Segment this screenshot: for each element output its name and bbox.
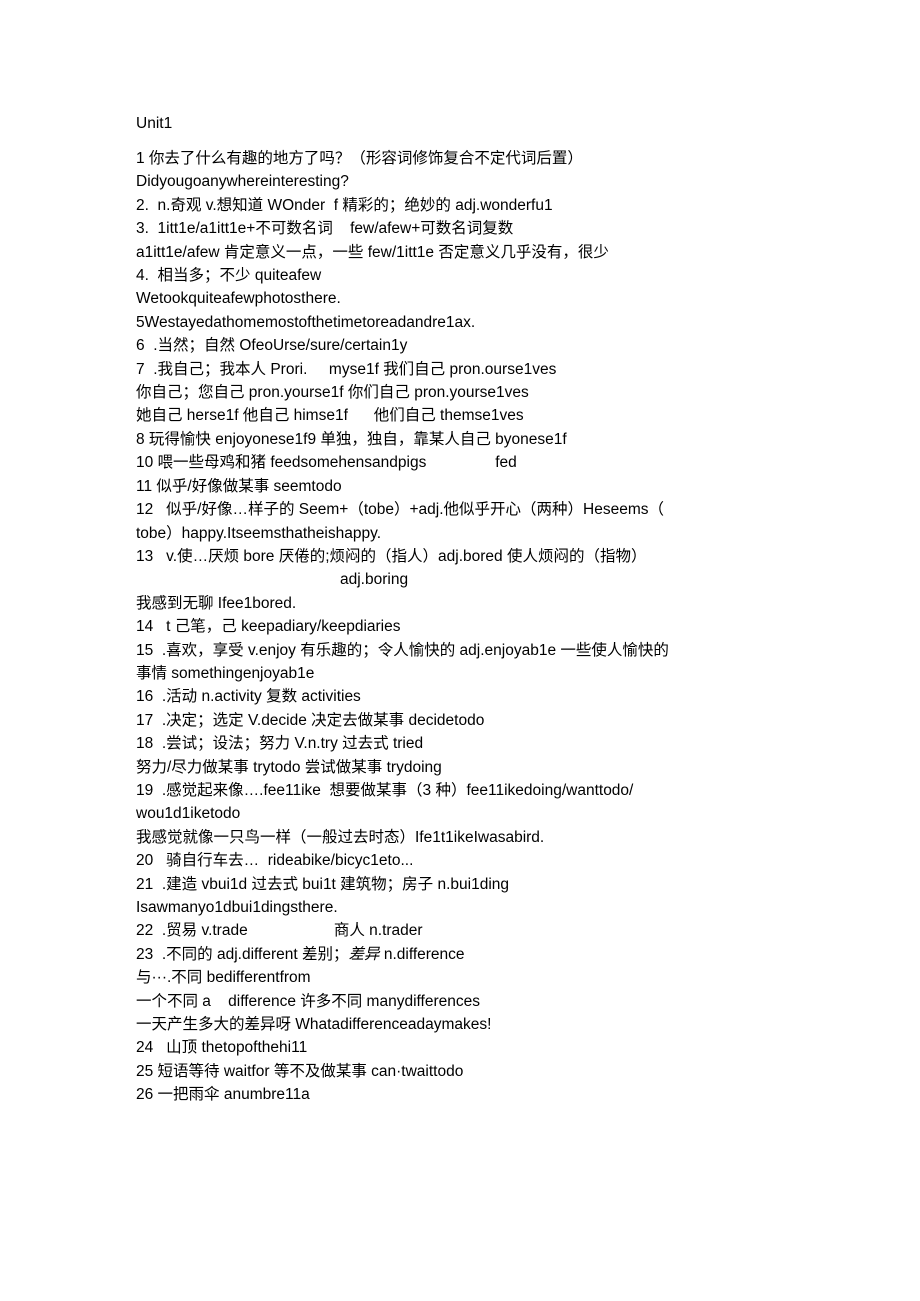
- text-segment-italic: 差异: [348, 945, 380, 963]
- text-line: Didyougoanywhereinteresting?: [136, 173, 349, 191]
- text-line: 18 .尝试；设法；努力 V.n.try 过去式 tried: [136, 735, 424, 753]
- text-line: 我感到无聊 Ifee1bored.: [136, 594, 297, 612]
- text-line: Wetookquiteafewphotosthere.: [136, 290, 341, 308]
- text-line: 6 .当然；自然 OfeoUrse/sure/certain1y: [136, 337, 408, 355]
- text-line: 10 喂一些母鸡和猪 feedsomehensandpigs fed: [136, 454, 517, 472]
- text-line: 23 .不同的 adj.different 差别；差异 n.difference: [136, 943, 808, 966]
- text-line: 26 一把雨伞 anumbre11a: [136, 1086, 310, 1104]
- text-segment: n.difference: [379, 945, 465, 963]
- text-line: 3. 1itt1e/a1itt1e+不可数名词 few/afew+可数名词复数: [136, 220, 514, 238]
- text-line: Isawmanyo1dbui1dingsthere.: [136, 899, 338, 916]
- text-line: a1itt1e/afew 肯定意义一点，一些 few/1itt1e 否定意义几乎…: [136, 243, 609, 261]
- text-line: 21 .建造 vbui1d 过去式 bui1t 建筑物；房子 n.bui1din…: [136, 875, 510, 893]
- text-line: 与···.不同 bedifferentfrom: [136, 969, 311, 987]
- text-line: 1 你去了什么有趣的地方了吗？（形容词修饰复合不定代词后置）: [136, 150, 583, 167]
- text-line: tobe）happy.Itseemsthatheishappy.: [136, 524, 381, 542]
- text-line: 11 似乎/好像做某事 seemtodo: [136, 477, 342, 495]
- text-line: 一天产生多大的差异呀 Whatadifferenceadaymakes!: [136, 1016, 492, 1034]
- text-line: 你自己；您自己 pron.yourse1f 你们自己 pron.yourse1v…: [136, 384, 529, 402]
- text-line: 17 .决定；选定 V.decide 决定去做某事 decidetodo: [136, 711, 485, 729]
- document-page: Unit1 1 你去了什么有趣的地方了吗？（形容词修饰复合不定代词后置） Did…: [0, 0, 920, 1301]
- text-line: 24 山顶 thetopofthehi11: [136, 1039, 308, 1057]
- text-line: 15 .喜欢，享受 v.enjoy 有乐趣的；令人愉快的 adj.enjoyab…: [136, 641, 669, 659]
- text-line: wou1d1iketodo: [136, 805, 241, 823]
- text-line: 事情 somethingenjoyab1e: [136, 664, 315, 682]
- text-segment: 23 .不同的 adj.different 差别；: [136, 945, 349, 963]
- text-line: 13 v.使…厌烦 bore 厌倦的;烦闷的（指人）adj.bored 使人烦闷…: [136, 547, 647, 565]
- text-line: 7 .我自己；我本人 Prori. myse1f 我们自己 pron.ourse…: [136, 360, 557, 378]
- text-line: 2. n.奇观 v.想知道 WOnder f 精彩的；绝妙的 adj.wonde…: [136, 196, 553, 214]
- document-body: Unit1 1 你去了什么有趣的地方了吗？（形容词修饰复合不定代词后置） Did…: [136, 112, 808, 1107]
- text-line: 16 .活动 n.activity 复数 activities: [136, 688, 361, 706]
- text-line: 一个不同 a difference 许多不同 manydifferences: [136, 992, 480, 1010]
- text-line: 5Westayedathomemostofthetimetoreadandre1…: [136, 313, 476, 331]
- text-line: 25 短语等待 waitfor 等不及做某事 can·twaittodo: [136, 1062, 464, 1080]
- text-line: 她自己 herse1f 他自己 himse1f 他们自己 themse1ves: [136, 407, 524, 425]
- text-line-indented: adj.boring: [340, 571, 409, 589]
- text-line: 22 .贸易 v.trade 商人 n.trader: [136, 922, 423, 940]
- text-line: 19 .感觉起来像….fee11ike 想要做某事（3 种）fee11ikedo…: [136, 781, 634, 799]
- text-line: 20 骑自行车去… rideabike/bicyc1eto...: [136, 852, 414, 870]
- text-line: 8 玩得愉快 enjoyonese1f9 单独，独自，靠某人自己 byonese…: [136, 430, 567, 448]
- text-line: 4. 相当多；不少 quiteafew: [136, 267, 322, 285]
- text-line: 12 似乎/好像…样子的 Seem+（tobe）+adj.他似乎开心（两种）He…: [136, 501, 664, 519]
- text-line: 14 t 己笔，己 keepadiary/keepdiaries: [136, 618, 401, 636]
- text-line: 努力/尽力做某事 trytodo 尝试做某事 trydoing: [136, 758, 442, 776]
- page-title: Unit1: [136, 115, 173, 132]
- text-line: 我感觉就像一只鸟一样（一般过去时态）Ife1t1ikeIwasabird.: [136, 828, 545, 846]
